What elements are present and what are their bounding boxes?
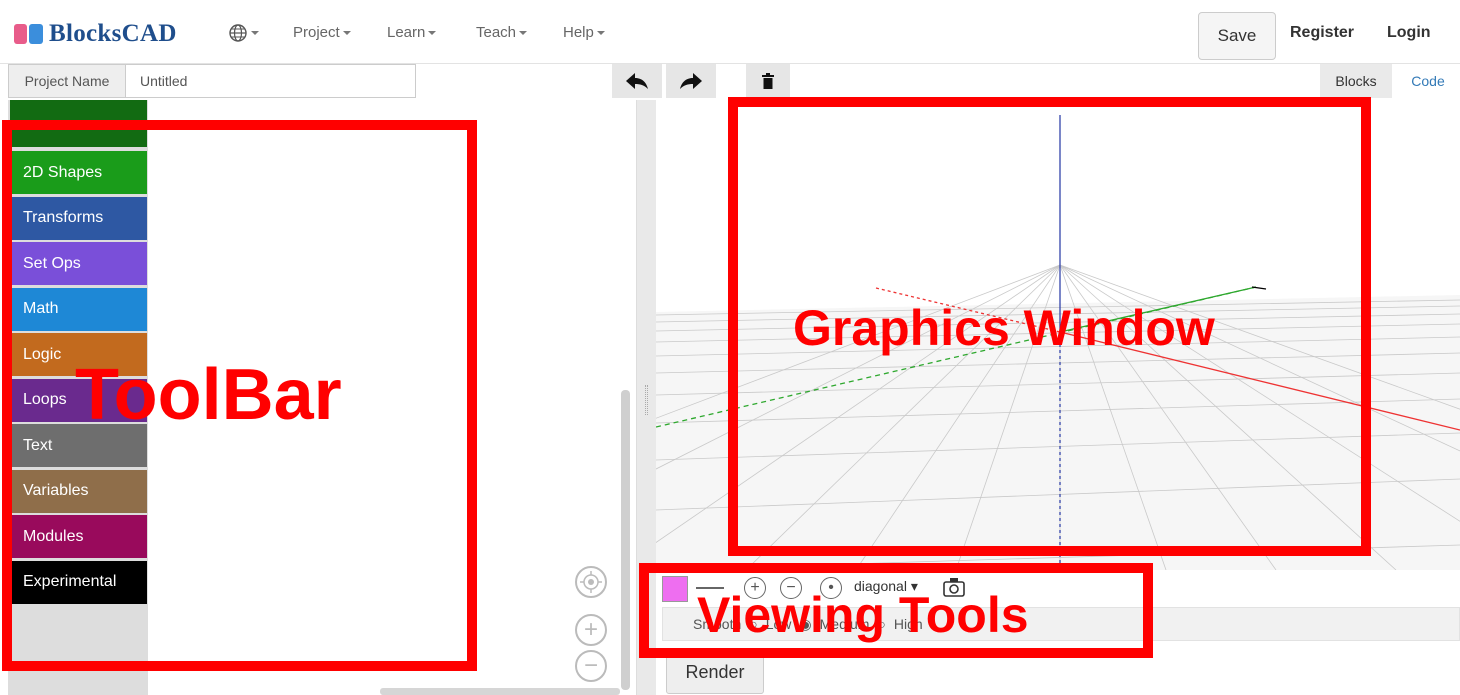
- graphics-annotation-label: Graphics Window: [793, 300, 1215, 356]
- redo-button[interactable]: [666, 64, 716, 98]
- brand-name: BlocksCAD: [49, 20, 177, 47]
- undo-icon: [626, 73, 648, 89]
- logo-icon: [14, 24, 43, 44]
- language-globe-icon[interactable]: [228, 23, 259, 43]
- nav-project-menu[interactable]: Project: [293, 24, 351, 41]
- viewing-annotation-label: Viewing Tools: [697, 587, 1029, 643]
- nav-help-menu[interactable]: Help: [563, 24, 605, 41]
- project-name-input[interactable]: Untitled: [126, 64, 416, 98]
- redo-icon: [680, 73, 702, 89]
- recenter-icon[interactable]: [575, 566, 607, 598]
- nav-learn-menu[interactable]: Learn: [387, 24, 437, 41]
- workspace-horizontal-scrollbar[interactable]: [380, 688, 620, 695]
- zoom-in-icon[interactable]: +: [575, 614, 607, 646]
- tab-code[interactable]: Code: [1400, 64, 1456, 98]
- register-link[interactable]: Register: [1290, 24, 1354, 42]
- toolbar-annotation-label: ToolBar: [75, 355, 342, 435]
- delete-button[interactable]: [746, 64, 790, 98]
- trash-icon: [762, 73, 774, 89]
- tab-blocks[interactable]: Blocks: [1320, 64, 1392, 98]
- blockscad-logo[interactable]: BlocksCAD: [14, 20, 177, 48]
- nav-teach-menu[interactable]: Teach: [476, 24, 528, 41]
- project-name-label: Project Name: [8, 64, 126, 98]
- workspace-vertical-scrollbar[interactable]: [621, 390, 630, 690]
- save-button[interactable]: Save: [1198, 12, 1276, 60]
- zoom-out-icon[interactable]: −: [575, 650, 607, 682]
- login-link[interactable]: Login: [1387, 24, 1431, 42]
- undo-button[interactable]: [612, 64, 662, 98]
